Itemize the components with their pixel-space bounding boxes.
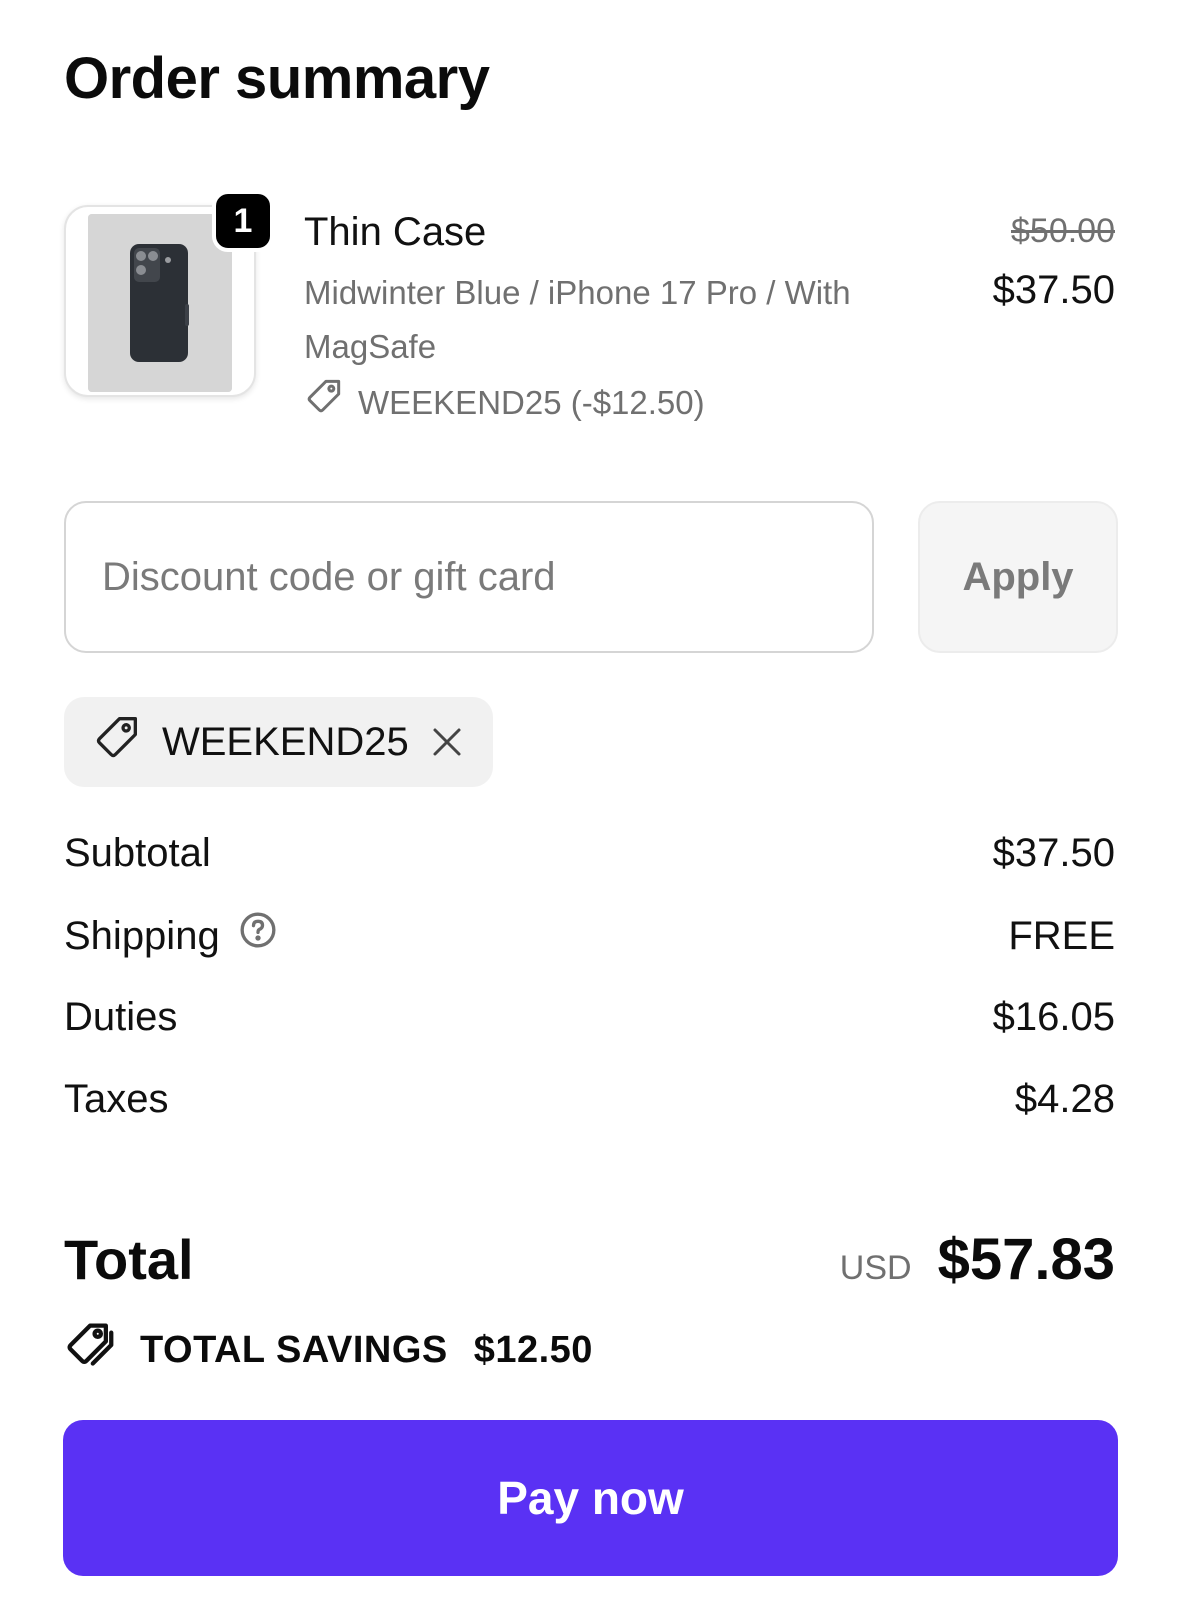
page-title: Order summary: [64, 46, 490, 111]
total-row: Total USD $57.83: [64, 1226, 1115, 1293]
original-price: $50.00: [1011, 212, 1115, 250]
product-image: [88, 214, 232, 392]
subtotal-label: Subtotal: [64, 831, 211, 875]
total-amount: $57.83: [937, 1227, 1115, 1292]
currency-code: USD: [839, 1249, 912, 1287]
savings-label: TOTAL SAVINGS: [140, 1328, 448, 1371]
total-label: Total: [64, 1228, 194, 1291]
order-summary-page: Order summary 1 Thin Case Midwinter Blue…: [0, 0, 1179, 1612]
current-price: $37.50: [992, 268, 1115, 312]
tags-icon: [64, 1318, 118, 1382]
shipping-value: FREE: [1008, 914, 1115, 958]
applied-discount-tag: WEEKEND25: [64, 697, 493, 787]
tag-icon: [304, 376, 344, 429]
product-variant: Midwinter Blue / iPhone 17 Pro / With Ma…: [304, 274, 851, 365]
discount-code-input[interactable]: [64, 501, 874, 653]
taxes-row: Taxes $4.28: [64, 1074, 1115, 1124]
applied-code-label: WEEKEND25: [162, 719, 409, 764]
subtotal-row: Subtotal $37.50: [64, 828, 1115, 878]
product-discount-text: WEEKEND25 (-$12.50): [358, 383, 705, 421]
product-name: Thin Case: [304, 210, 487, 254]
close-icon[interactable]: [429, 724, 465, 760]
help-circle-icon[interactable]: [238, 910, 278, 962]
shipping-label-group: Shipping: [64, 910, 278, 962]
pay-now-button[interactable]: Pay now: [63, 1420, 1118, 1576]
total-amount-group: USD $57.83: [840, 1226, 1115, 1293]
quantity-badge: 1: [212, 190, 274, 252]
product-discount-line: WEEKEND25 (-$12.50): [304, 376, 705, 429]
savings-amount: $12.50: [473, 1328, 593, 1371]
duties-label: Duties: [64, 995, 178, 1039]
tag-icon: [92, 712, 142, 772]
duties-row: Duties $16.05: [64, 992, 1115, 1042]
taxes-label: Taxes: [64, 1077, 169, 1121]
phone-case-image: [88, 214, 232, 392]
duties-value: $16.05: [992, 995, 1115, 1039]
shipping-label: Shipping: [64, 914, 220, 958]
apply-button[interactable]: Apply: [918, 501, 1118, 653]
subtotal-value: $37.50: [992, 831, 1115, 875]
total-savings: TOTAL SAVINGS $12.50: [64, 1318, 593, 1382]
shipping-row: Shipping FREE: [64, 910, 1115, 962]
taxes-value: $4.28: [1014, 1077, 1115, 1121]
